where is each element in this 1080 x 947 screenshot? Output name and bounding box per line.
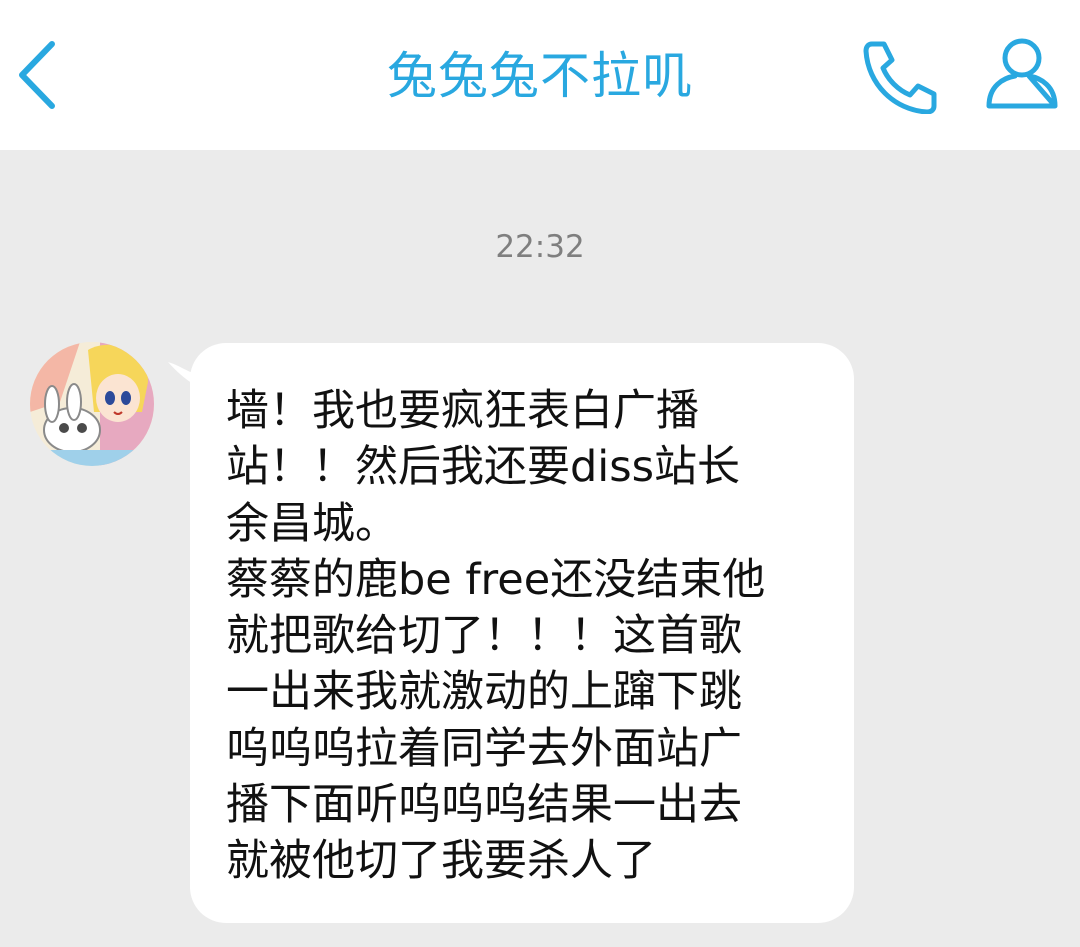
chevron-left-icon: [19, 41, 55, 109]
top-bar: 兔兔兔不拉叽: [0, 0, 1080, 150]
phone-icon: [863, 41, 937, 115]
avatar[interactable]: [30, 342, 154, 466]
message-text: 墙！我也要疯狂表白广播 站！！然后我还要diss站长 余昌城。 蔡蔡的鹿be f…: [226, 386, 766, 887]
profile-button[interactable]: [983, 36, 1061, 112]
back-button[interactable]: [14, 40, 62, 110]
person-icon: [986, 38, 1058, 109]
avatar-image: [30, 342, 154, 466]
chat-title: 兔兔兔不拉叽: [387, 47, 693, 105]
message-timestamp: 22:32: [495, 229, 585, 265]
call-button[interactable]: [858, 38, 942, 115]
